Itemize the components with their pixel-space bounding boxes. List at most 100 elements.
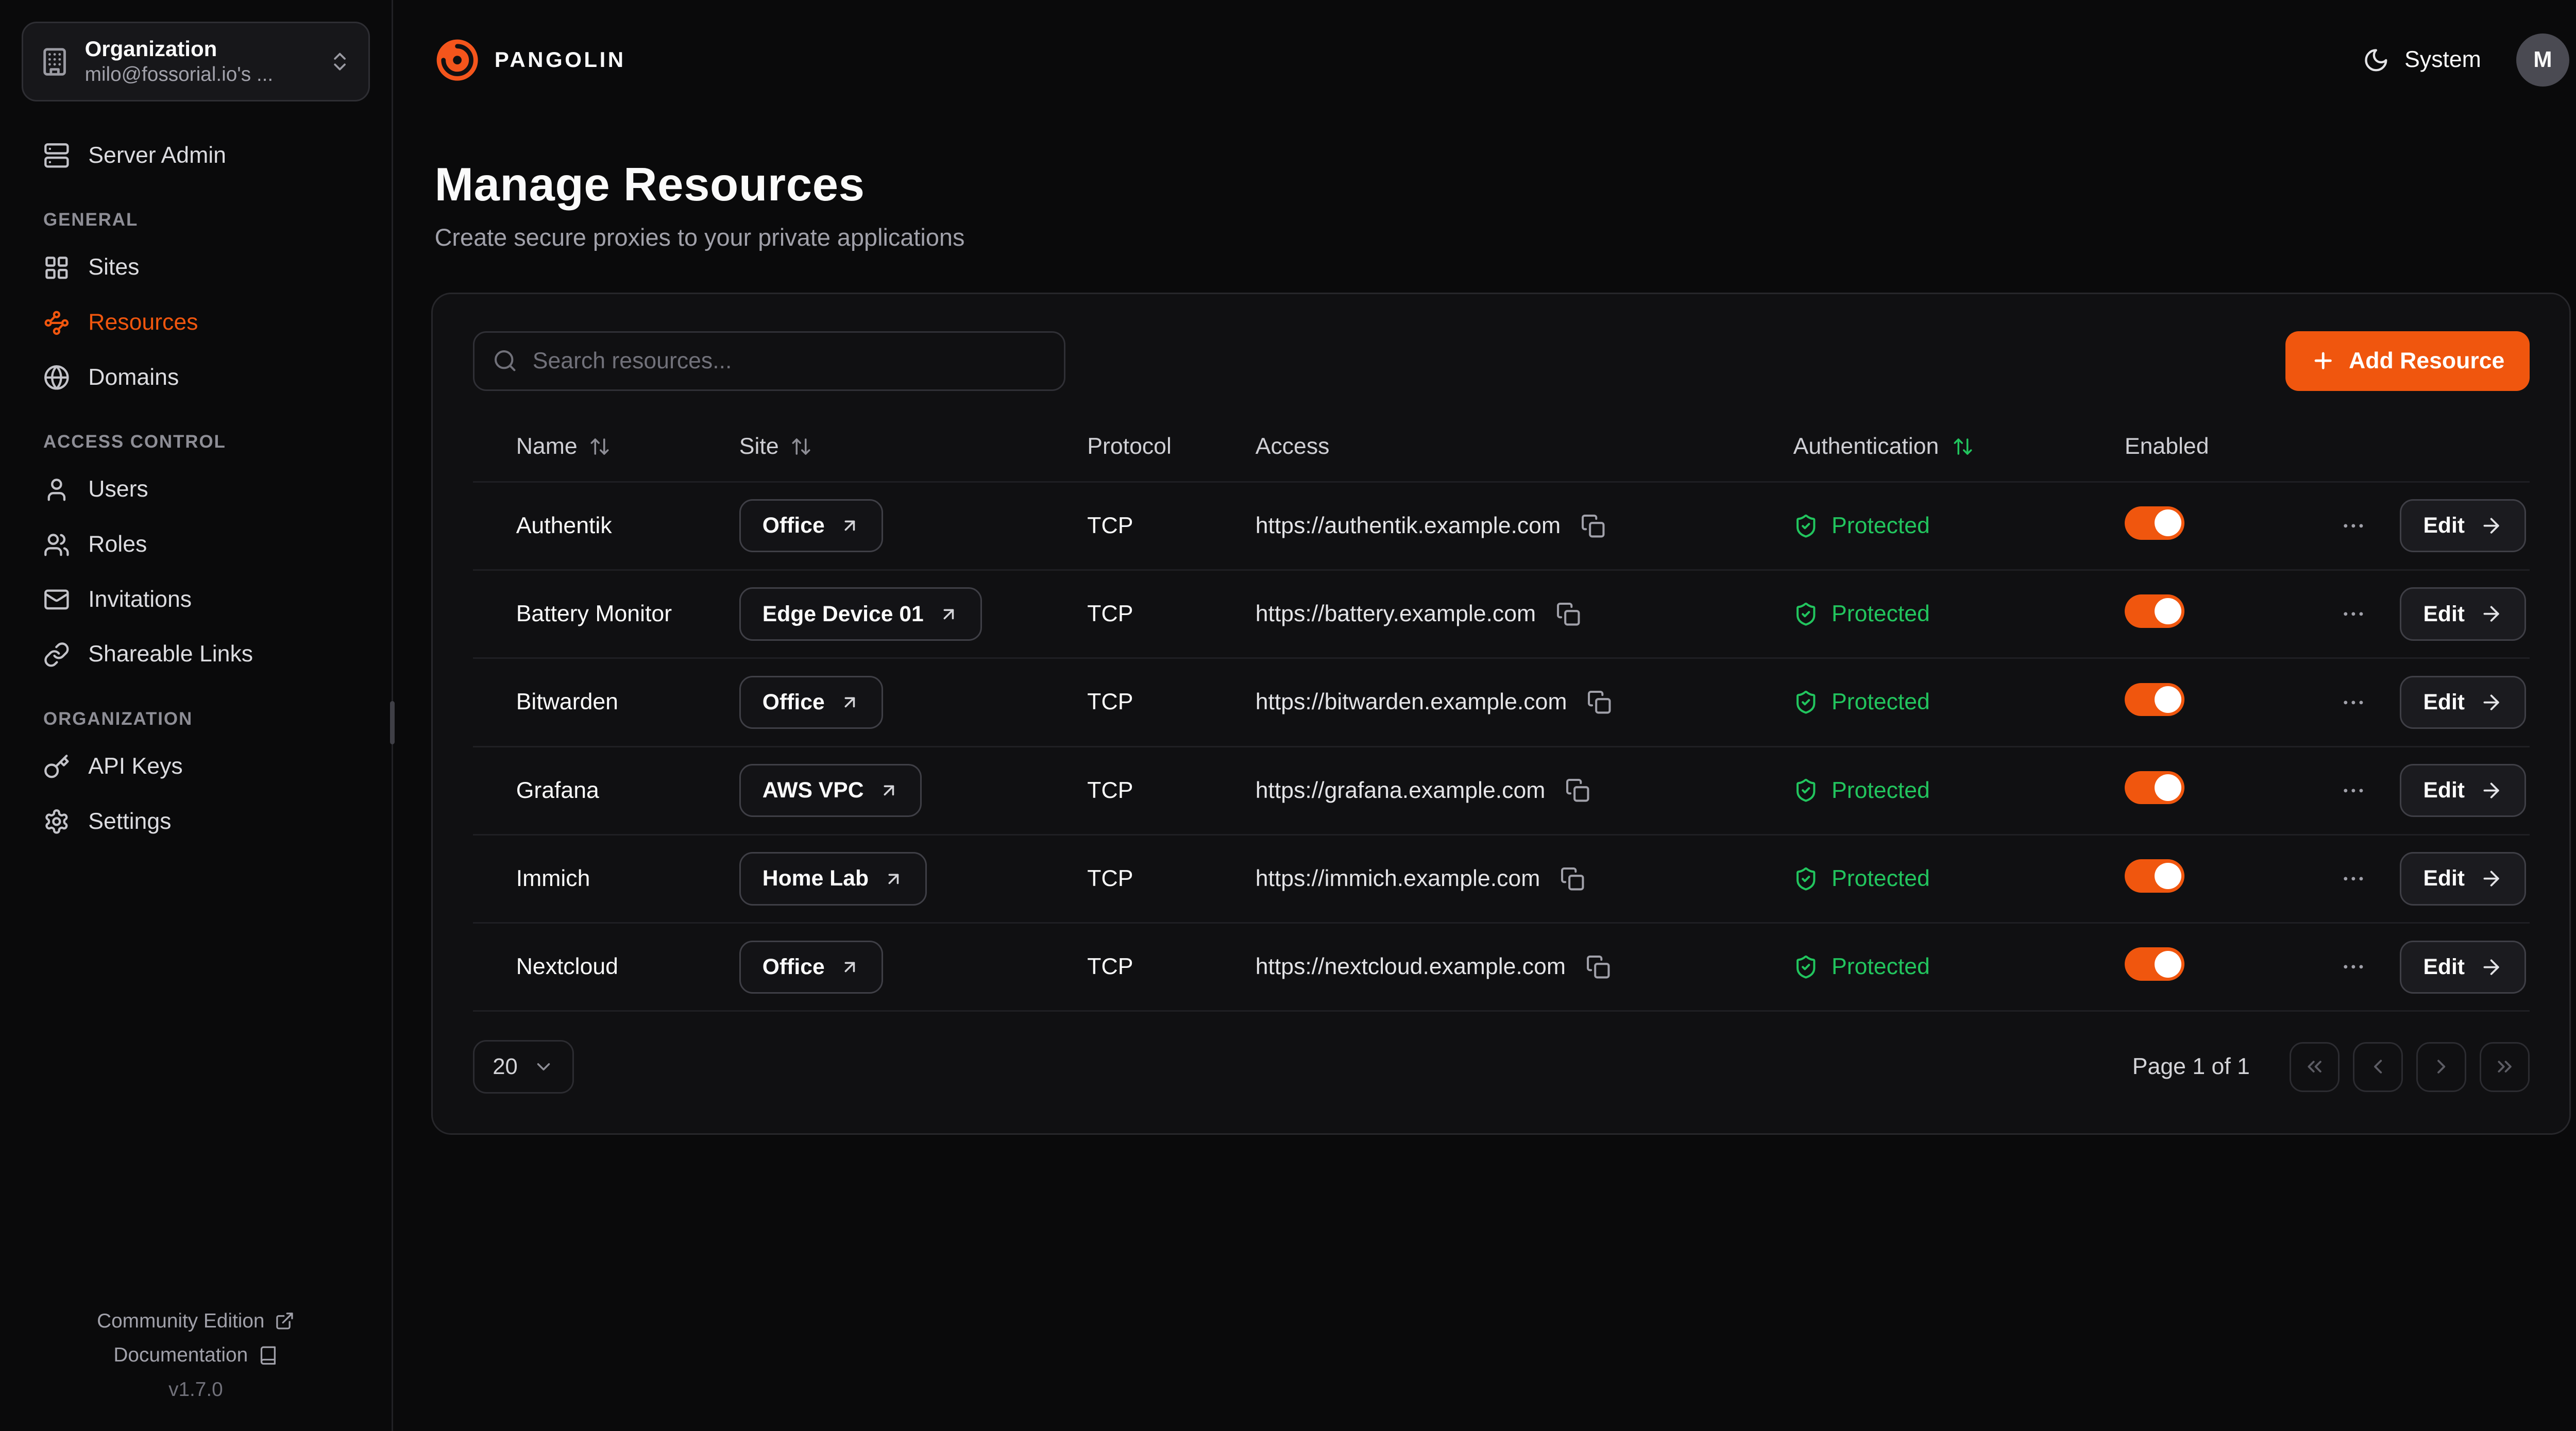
sidebar-item-domains[interactable]: Domains [0,350,392,405]
enabled-toggle[interactable] [2125,683,2184,717]
theme-toggle-button[interactable]: System [2363,47,2481,74]
community-edition-link[interactable]: Community Edition [97,1310,295,1333]
building-icon [40,47,70,77]
documentation-label: Documentation [113,1344,248,1367]
table-row: Battery Monitor Edge Device 01 TCP https… [473,571,2530,659]
copy-icon[interactable] [1582,951,1614,983]
col-header-site: Site [739,434,779,459]
edit-button[interactable]: Edit [2400,587,2526,640]
page-size-select[interactable]: 20 [473,1040,574,1093]
sites-icon [43,254,70,281]
globe-icon [43,364,70,391]
access-url: https://grafana.example.com [1256,778,1546,804]
edit-label: Edit [2423,866,2465,891]
sidebar-item-roles[interactable]: Roles [0,517,392,572]
site-link[interactable]: Office [739,499,883,552]
site-link[interactable]: AWS VPC [739,764,922,817]
edit-button[interactable]: Edit [2400,764,2526,817]
auth-status: Protected [1832,513,1930,539]
avatar[interactable]: M [2516,33,2569,87]
org-switcher[interactable]: Organization milo@fossorial.io's ... [22,22,370,101]
sidebar-item-resources[interactable]: Resources [0,295,392,350]
table-row: Bitwarden Office TCP https://bitwarden.e… [473,659,2530,747]
sidebar-item-users[interactable]: Users [0,463,392,518]
topbar: PANGOLIN System M [393,0,2576,120]
sidebar-item-settings[interactable]: Settings [0,794,392,849]
copy-icon[interactable] [1552,598,1584,629]
edit-button[interactable]: Edit [2400,676,2526,729]
enabled-toggle[interactable] [2125,947,2184,981]
table-row: Grafana AWS VPC TCP https://grafana.exam… [473,747,2530,836]
copy-icon[interactable] [1577,510,1608,541]
arrow-up-right-icon [884,869,904,889]
edit-button[interactable]: Edit [2400,499,2526,552]
mail-icon [43,586,70,613]
sidebar: Organization milo@fossorial.io's ... Ser… [0,0,393,1431]
sort-icon[interactable] [790,436,812,457]
sort-icon[interactable] [589,436,611,457]
documentation-link[interactable]: Documentation [113,1344,278,1367]
row-menu-button[interactable] [2333,506,2374,546]
chevrons-up-down-icon [328,50,351,73]
page-subtitle: Create secure proxies to your private ap… [435,224,2570,251]
prev-page-button[interactable] [2353,1042,2403,1092]
users-icon [43,532,70,558]
sidebar-item-invitations[interactable]: Invitations [0,572,392,627]
arrow-up-right-icon [840,516,860,536]
sidebar-item-shareable-links[interactable]: Shareable Links [0,627,392,683]
enabled-toggle[interactable] [2125,594,2184,628]
row-menu-button[interactable] [2333,771,2374,811]
brand-name: PANGOLIN [495,47,626,72]
first-page-button[interactable] [2290,1042,2340,1092]
search-input[interactable] [533,348,1046,374]
sidebar-item-label: Settings [88,808,171,836]
protocol-value: TCP [1087,954,1255,980]
last-page-button[interactable] [2480,1042,2530,1092]
copy-icon[interactable] [1557,863,1588,894]
resource-name: Nextcloud [473,954,739,980]
row-menu-button[interactable] [2333,594,2374,634]
sidebar-item-api-keys[interactable]: API Keys [0,739,392,794]
row-menu-button[interactable] [2333,947,2374,987]
enabled-toggle[interactable] [2125,859,2184,893]
theme-label: System [2404,47,2481,73]
edit-label: Edit [2423,513,2465,538]
row-menu-button[interactable] [2333,859,2374,899]
table-row: Immich Home Lab TCP https://immich.examp… [473,836,2530,924]
brand[interactable]: PANGOLIN [435,38,626,82]
gear-icon [43,808,70,835]
row-menu-button[interactable] [2333,683,2374,723]
sidebar-item-label: API Keys [88,753,182,781]
access-url: https://nextcloud.example.com [1256,954,1566,980]
sidebar-resize-handle[interactable] [390,701,395,744]
edit-button[interactable]: Edit [2400,852,2526,905]
copy-icon[interactable] [1562,775,1594,806]
enabled-toggle[interactable] [2125,771,2184,805]
copy-icon[interactable] [1584,687,1615,718]
enabled-toggle[interactable] [2125,506,2184,540]
col-header-enabled: Enabled [2125,434,2209,459]
resources-icon [43,310,70,336]
sidebar-item-label: Sites [88,253,139,282]
link-icon [43,641,70,668]
edit-button[interactable]: Edit [2400,941,2526,994]
site-name: AWS VPC [762,778,864,803]
site-link[interactable]: Home Lab [739,852,927,905]
sidebar-item-server-admin[interactable]: Server Admin [0,128,392,183]
shield-check-icon [1793,778,1818,803]
sidebar-item-label: Invitations [88,586,192,614]
site-link[interactable]: Office [739,676,883,729]
next-page-button[interactable] [2416,1042,2466,1092]
resource-name: Authentik [473,513,739,539]
app-root: Organization milo@fossorial.io's ... Ser… [0,0,2576,1431]
sidebar-item-sites[interactable]: Sites [0,241,392,296]
sidebar-item-label: Resources [88,309,198,337]
site-link[interactable]: Edge Device 01 [739,587,982,640]
page-title: Manage Resources [435,158,2570,212]
sort-icon[interactable] [1952,436,1974,457]
table-row: Nextcloud Office TCP https://nextcloud.e… [473,924,2530,1012]
sidebar-item-label: Domains [88,364,179,392]
add-resource-button[interactable]: Add Resource [2285,331,2530,391]
site-link[interactable]: Office [739,941,883,994]
site-name: Office [762,955,825,980]
